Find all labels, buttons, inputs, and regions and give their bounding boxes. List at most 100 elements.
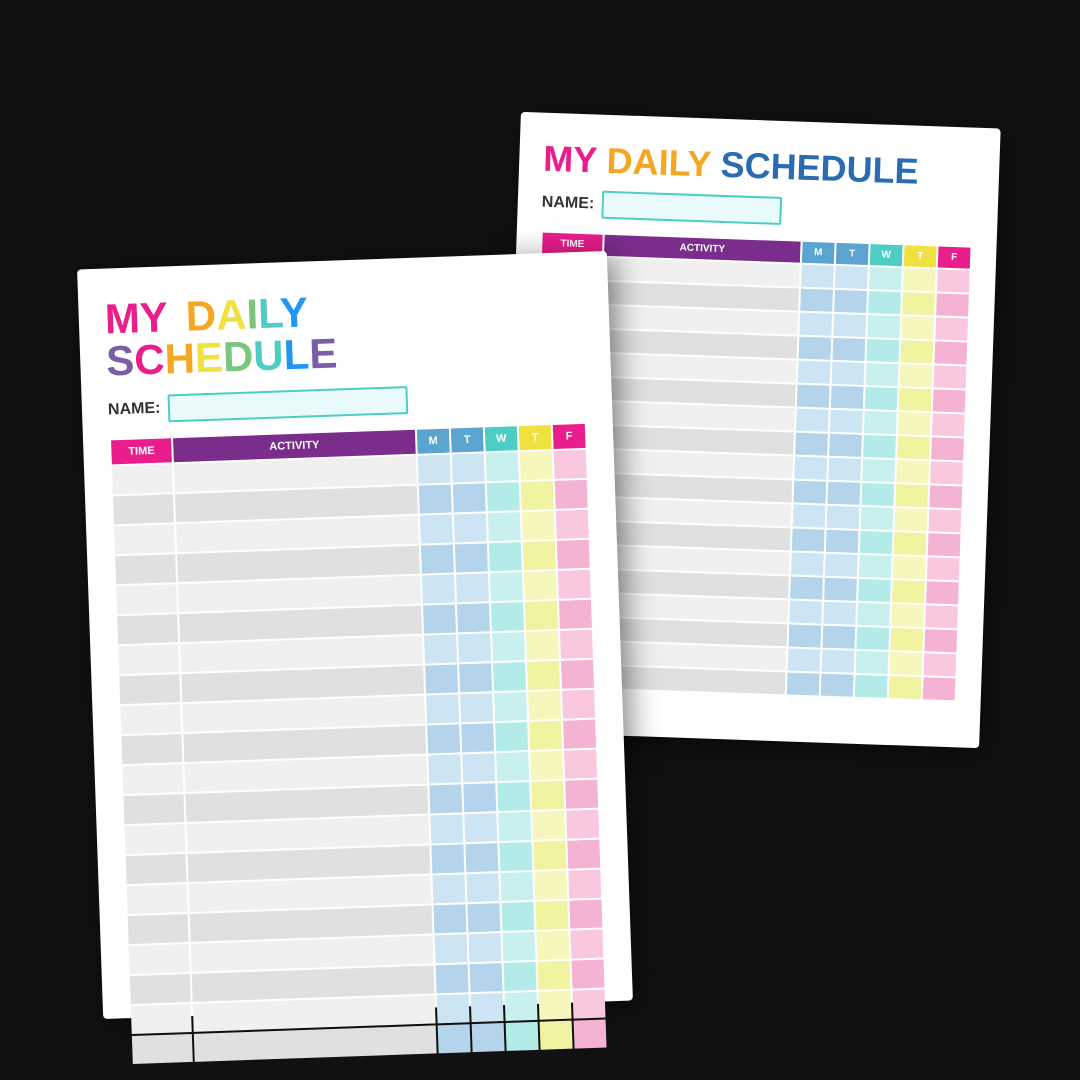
tl-l2: L	[283, 330, 310, 378]
cell-f	[937, 269, 970, 292]
cell-m	[426, 694, 459, 723]
cell-time	[130, 974, 191, 1004]
cell-w	[855, 675, 888, 698]
title-schedule-back: SCHEDULE	[720, 144, 919, 192]
cell-f	[559, 600, 592, 629]
cell-th	[520, 451, 553, 480]
cell-t	[822, 650, 855, 673]
cell-t	[470, 963, 503, 992]
cell-th	[889, 676, 922, 699]
cell-w	[861, 507, 894, 530]
cell-m	[419, 485, 452, 514]
cell-f	[560, 630, 593, 659]
tl-d2: D	[222, 332, 254, 380]
cell-m	[800, 289, 833, 312]
cell-th	[531, 781, 564, 810]
cell-f	[924, 629, 957, 652]
cell-m	[437, 994, 470, 1023]
cell-t	[824, 578, 857, 601]
col-header-f-back: F	[938, 246, 971, 268]
cell-th	[540, 1021, 573, 1050]
cell-w	[856, 651, 889, 674]
cell-f	[562, 690, 595, 719]
cell-t	[466, 873, 499, 902]
cell-th	[528, 691, 561, 720]
cell-t	[456, 573, 489, 602]
cell-m	[425, 664, 458, 693]
cell-w	[487, 482, 520, 511]
cell-th	[895, 484, 928, 507]
cell-w	[866, 339, 899, 362]
cell-t	[832, 338, 865, 361]
cell-w	[498, 812, 531, 841]
col-header-w-back: W	[870, 244, 903, 266]
cell-f	[934, 341, 967, 364]
cell-t	[826, 530, 859, 553]
cell-f	[564, 750, 597, 779]
cell-f	[568, 870, 601, 899]
cell-w	[492, 632, 525, 661]
cell-m	[436, 964, 469, 993]
cell-f	[930, 461, 963, 484]
col-header-f-front: F	[553, 424, 586, 449]
cell-f	[936, 293, 969, 316]
cell-th	[532, 811, 565, 840]
cell-t	[453, 483, 486, 512]
name-label-front: NAME:	[108, 400, 161, 420]
cell-th	[525, 601, 558, 630]
cell-t	[467, 903, 500, 932]
cell-t	[832, 362, 865, 385]
cell-f	[924, 653, 957, 676]
tl-h: H	[164, 334, 196, 382]
cell-m	[418, 455, 451, 484]
cell-f	[932, 413, 965, 436]
tl-u: U	[252, 331, 284, 379]
schedule-table-front: TIME ACTIVITY M T W T F	[109, 422, 609, 1066]
col-header-m-back: M	[802, 242, 835, 264]
cell-f	[558, 570, 591, 599]
cell-t	[455, 543, 488, 572]
cell-th	[897, 436, 930, 459]
cell-m	[797, 385, 830, 408]
cell-w	[488, 512, 521, 541]
cell-m	[788, 648, 821, 671]
col-header-w-front: W	[485, 426, 518, 451]
cell-w	[861, 483, 894, 506]
cell-th	[529, 721, 562, 750]
cell-m	[421, 545, 454, 574]
cell-m	[435, 934, 468, 963]
cell-time	[115, 554, 176, 584]
cell-t	[827, 482, 860, 505]
cell-t	[457, 603, 490, 632]
tl-d: D	[185, 292, 217, 340]
cell-w	[486, 452, 519, 481]
cell-w	[495, 722, 528, 751]
name-input-back[interactable]	[602, 191, 783, 225]
cell-time	[132, 1034, 193, 1064]
card-front-title: MYDAILY SCHEDULE	[104, 282, 585, 383]
tl-e: E	[194, 333, 224, 381]
cell-m	[789, 601, 822, 624]
tl-s: S	[105, 337, 135, 385]
cell-f	[928, 533, 961, 556]
cell-m	[432, 874, 465, 903]
cell-m	[428, 754, 461, 783]
cell-f	[561, 660, 594, 689]
name-input-front[interactable]	[168, 386, 409, 422]
cell-m	[799, 313, 832, 336]
cell-t	[823, 602, 856, 625]
cell-t	[472, 1023, 505, 1052]
cell-w	[504, 962, 537, 991]
tl-y2: Y	[279, 288, 309, 336]
cell-w	[857, 603, 890, 626]
cell-w	[502, 932, 535, 961]
col-header-m-front: M	[417, 429, 450, 454]
cell-m	[801, 265, 834, 288]
cell-m	[430, 814, 463, 843]
cell-f	[929, 485, 962, 508]
cell-f	[574, 1019, 607, 1048]
cell-w	[865, 387, 898, 410]
cell-m	[796, 409, 829, 432]
cell-time	[120, 704, 181, 734]
cell-th	[521, 481, 554, 510]
